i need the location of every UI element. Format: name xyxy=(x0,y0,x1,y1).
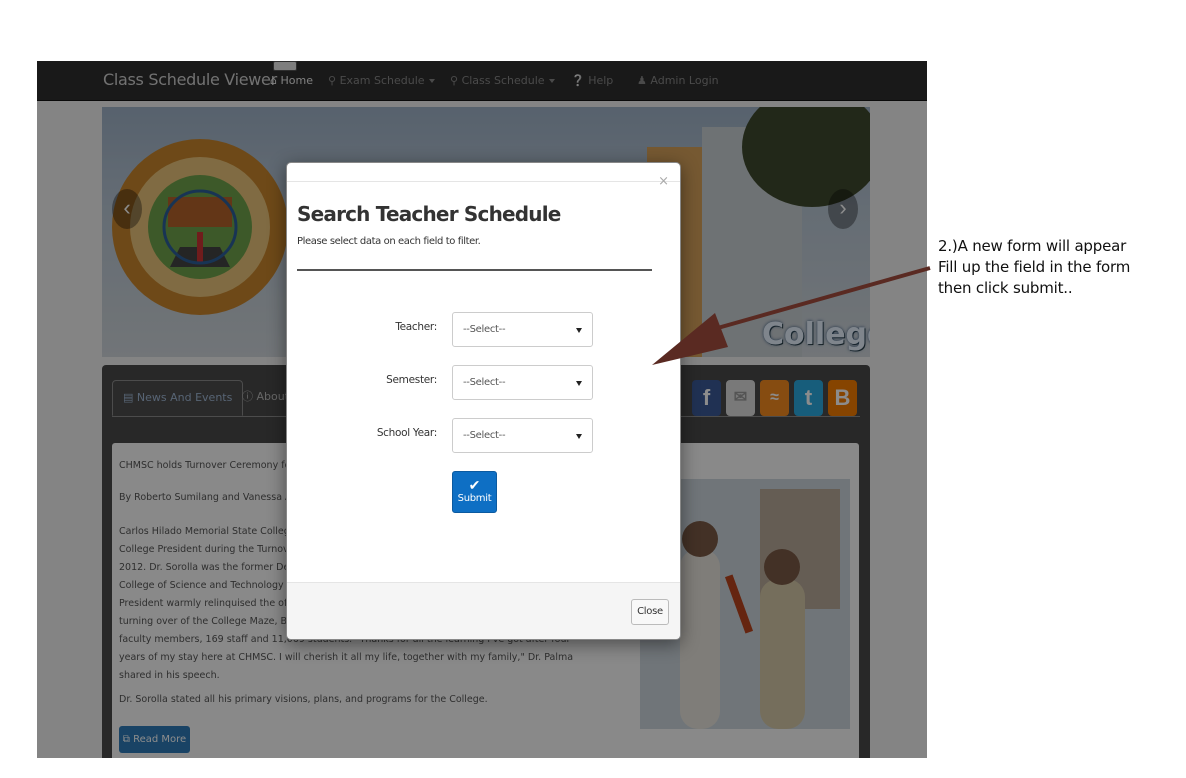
semester-label: Semester: xyxy=(386,374,437,386)
modal-subtitle: Please select data on each field to filt… xyxy=(297,236,481,247)
modal-header-divider xyxy=(287,181,680,182)
semester-select-value: --Select-- xyxy=(463,377,506,388)
annotation-line: then click submit.. xyxy=(938,279,1073,297)
close-button[interactable]: Close xyxy=(631,599,669,625)
close-icon[interactable]: × xyxy=(658,174,669,189)
teacher-select[interactable]: --Select-- xyxy=(452,312,593,347)
chevron-down-icon xyxy=(576,434,582,439)
school-year-label: School Year: xyxy=(376,427,437,439)
chevron-down-icon xyxy=(576,328,582,333)
modal-footer: Close xyxy=(287,582,680,639)
instruction-annotation: 2.)A new form will appear Fill up the fi… xyxy=(938,236,1130,299)
modal-title: Search Teacher Schedule xyxy=(297,202,561,226)
chevron-down-icon xyxy=(576,381,582,386)
semester-select[interactable]: --Select-- xyxy=(452,365,593,400)
annotation-arrow xyxy=(652,266,931,365)
search-teacher-schedule-modal: × Search Teacher Schedule Please select … xyxy=(286,162,681,640)
school-year-select[interactable]: --Select-- xyxy=(452,418,593,453)
submit-button[interactable]: ✔ Submit xyxy=(452,471,497,513)
modal-divider xyxy=(297,269,652,271)
annotation-line: Fill up the field in the form xyxy=(938,258,1131,276)
school-year-select-value: --Select-- xyxy=(463,430,506,441)
annotation-line: 2.)A new form will appear xyxy=(938,237,1127,255)
check-icon: ✔ xyxy=(468,477,481,493)
teacher-select-value: --Select-- xyxy=(463,324,506,335)
teacher-label: Teacher: xyxy=(395,321,437,333)
